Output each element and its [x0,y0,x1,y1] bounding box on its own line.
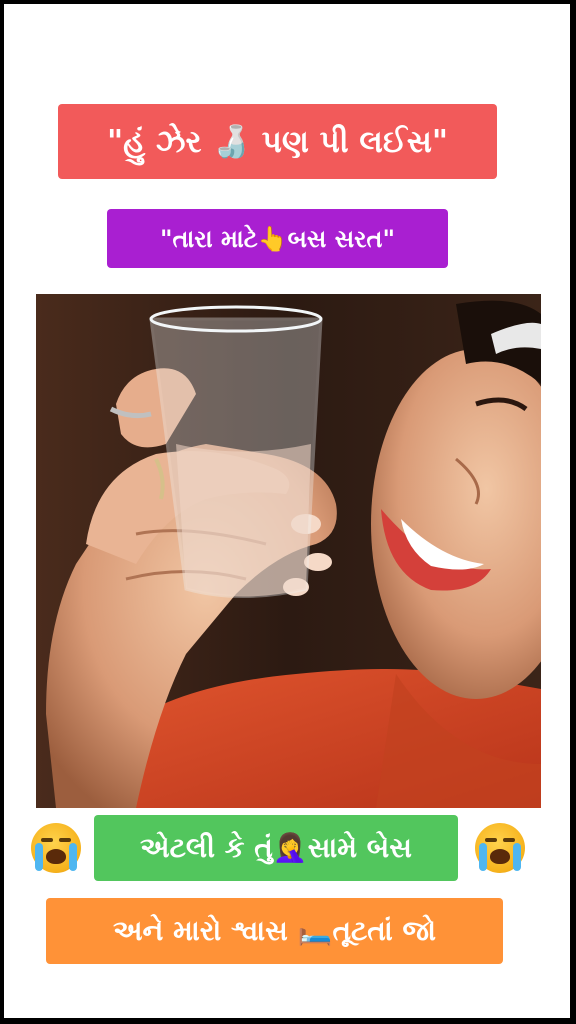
loudly-crying-face-icon [475,823,525,873]
caption-line-4: અને મારો શ્વાસ 🛏️તૂટતાં જો [46,898,503,964]
video-photo [36,294,541,808]
loudly-crying-face-icon [31,823,81,873]
caption-line-1: "હું ઝેર 🍶 પણ પી લઈસ" [58,104,497,179]
woman-drinking-photo [36,294,541,808]
caption-line-3: એટલી કે તું🤦‍♀️સામે બેસ [94,815,458,881]
caption-line-2: "તારા માટે👆બસ સરત" [107,209,448,268]
